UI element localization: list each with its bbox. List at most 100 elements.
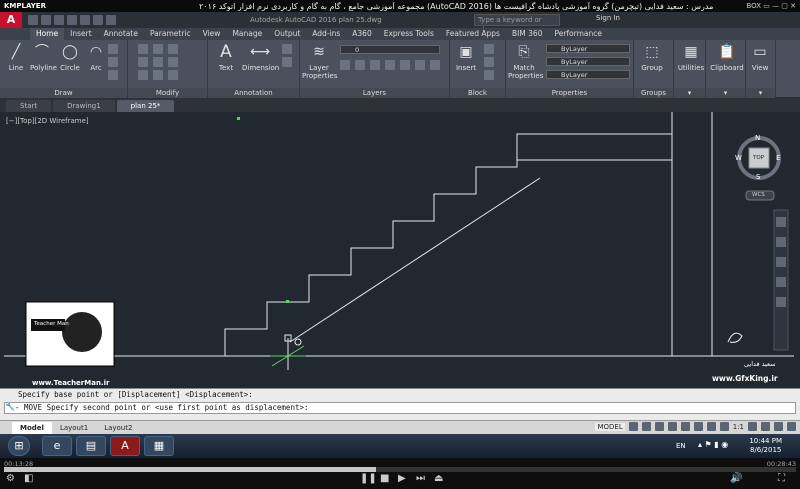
- table-icon[interactable]: [282, 57, 292, 67]
- save-icon[interactable]: [54, 15, 64, 25]
- clipboard-expand[interactable]: ▾: [706, 88, 745, 98]
- layer-previous-icon[interactable]: [415, 60, 425, 70]
- search-input[interactable]: Type a keyword or phrase: [474, 14, 560, 34]
- tab-a360[interactable]: A360: [346, 28, 377, 40]
- settings-icon[interactable]: ⚙: [6, 473, 15, 484]
- utilities-tool[interactable]: ▦ Utilities: [676, 43, 706, 72]
- tab-output[interactable]: Output: [268, 28, 306, 40]
- autocad-taskbar-icon[interactable]: A: [110, 436, 140, 456]
- compass-s[interactable]: S: [756, 173, 760, 181]
- array-icon[interactable]: [168, 70, 178, 80]
- polar-icon[interactable]: [667, 422, 677, 431]
- arc-tool[interactable]: ◠ Arc: [84, 43, 108, 72]
- insert-tool[interactable]: ▣ Insert: [454, 43, 478, 72]
- view-expand[interactable]: ▾: [746, 88, 775, 98]
- zoom-icon[interactable]: [776, 257, 786, 267]
- clipboard-tool[interactable]: 📋 Clipboard: [710, 43, 744, 72]
- document-tab[interactable]: Drawing1: [53, 100, 115, 112]
- scale-icon[interactable]: [153, 70, 163, 80]
- compass-w[interactable]: W: [735, 154, 742, 162]
- language-indicator[interactable]: EN: [676, 442, 686, 450]
- grip-point-top[interactable]: [237, 117, 240, 120]
- tab-parametric[interactable]: Parametric: [144, 28, 197, 40]
- lineweight-icon[interactable]: [706, 422, 716, 431]
- eject-icon[interactable]: ⏏: [434, 473, 443, 484]
- utilities-expand[interactable]: ▾: [674, 88, 705, 98]
- plot-icon[interactable]: [80, 15, 90, 25]
- color-dropdown[interactable]: ByLayer: [546, 44, 630, 53]
- showmotion-icon[interactable]: [776, 297, 786, 307]
- tray-icons[interactable]: ▴ ⚑ ▮ ◉: [698, 440, 728, 449]
- pan-icon[interactable]: [776, 237, 786, 247]
- stop-icon[interactable]: ■: [380, 473, 389, 484]
- document-tab[interactable]: plan 25*: [116, 100, 175, 112]
- annotation-panel-title[interactable]: Annotation: [208, 88, 299, 98]
- match-properties-tool[interactable]: ⎘ Match Properties: [508, 43, 543, 80]
- modify-panel-title[interactable]: Modify: [128, 88, 207, 98]
- isolate-icon[interactable]: [761, 422, 770, 431]
- group-tool[interactable]: ⬚ Group: [640, 43, 664, 72]
- compass-e[interactable]: E: [776, 154, 780, 162]
- copy-icon[interactable]: [138, 57, 148, 67]
- screen-recorder-icon[interactable]: ▦: [144, 436, 174, 456]
- polyline-tool[interactable]: ⌒ Polyline: [30, 43, 57, 72]
- start-button[interactable]: ⊞: [8, 436, 30, 456]
- compass-n[interactable]: N: [755, 134, 760, 142]
- text-tool[interactable]: A Text: [214, 43, 238, 72]
- tab-insert[interactable]: Insert: [64, 28, 98, 40]
- volume-icon[interactable]: 🔊: [730, 473, 742, 484]
- grid-icon[interactable]: [628, 422, 638, 431]
- seek-bar[interactable]: [4, 467, 796, 472]
- move-icon[interactable]: [138, 44, 148, 54]
- ie-icon[interactable]: e: [42, 436, 72, 456]
- layer-lock-icon[interactable]: [385, 60, 395, 70]
- annotation-scale[interactable]: 1:1: [733, 423, 744, 431]
- orbit-icon[interactable]: [776, 277, 786, 287]
- workspace-gear-icon[interactable]: [748, 422, 757, 431]
- layers-panel-title[interactable]: Layers: [300, 88, 449, 98]
- hatch-icon[interactable]: [108, 57, 118, 67]
- layer-dropdown[interactable]: 0: [340, 45, 440, 54]
- command-input[interactable]: - MOVE Specify second point or <use firs…: [4, 402, 796, 414]
- layout-tab[interactable]: Model: [12, 421, 52, 434]
- rectangle-icon[interactable]: [108, 44, 118, 54]
- stair-profile[interactable]: [224, 133, 672, 356]
- gradient-icon[interactable]: [108, 70, 118, 80]
- layer-freeze-icon[interactable]: [370, 60, 380, 70]
- layer-match-icon[interactable]: [400, 60, 410, 70]
- layout-tab[interactable]: Layout1: [52, 422, 96, 434]
- lineweight-dropdown[interactable]: ByLayer: [546, 70, 630, 79]
- trim-icon[interactable]: [168, 44, 178, 54]
- linetype-dropdown[interactable]: ByLayer: [546, 57, 630, 66]
- stair-stringer[interactable]: [289, 177, 541, 343]
- ortho-icon[interactable]: [654, 422, 664, 431]
- grip-point[interactable]: [286, 300, 289, 303]
- draw-panel-title[interactable]: Draw: [0, 88, 127, 98]
- nav-wheel-icon[interactable]: [776, 217, 786, 227]
- tab-manage[interactable]: Manage: [226, 28, 268, 40]
- block-panel-title[interactable]: Block: [450, 88, 505, 98]
- open-icon[interactable]: [41, 15, 51, 25]
- create-block-icon[interactable]: [484, 44, 494, 54]
- tab-add-ins[interactable]: Add-ins: [306, 28, 346, 40]
- fullscreen-icon[interactable]: [774, 422, 783, 431]
- tab-view[interactable]: View: [197, 28, 227, 40]
- system-clock[interactable]: 10:44 PM 8/6/2015: [749, 437, 782, 455]
- drawing-canvas[interactable]: [−][Top][2D Wireframe] N S W E TOP WCS T…: [0, 112, 800, 388]
- layer-properties-tool[interactable]: ≋ Layer Properties: [302, 43, 337, 80]
- sign-in-link[interactable]: Sign In: [596, 14, 620, 22]
- annotation-visibility-icon[interactable]: [719, 422, 729, 431]
- next-icon[interactable]: ⏭: [416, 473, 425, 484]
- tab-home[interactable]: Home: [30, 28, 65, 40]
- saveas-icon[interactable]: [67, 15, 77, 25]
- fillet-icon[interactable]: [168, 57, 178, 67]
- rotate-icon[interactable]: [153, 44, 163, 54]
- tab-bim-360[interactable]: BIM 360: [506, 28, 549, 40]
- leader-icon[interactable]: [282, 44, 292, 54]
- document-tab[interactable]: Start: [6, 100, 52, 112]
- redo-icon[interactable]: [106, 15, 116, 25]
- properties-panel-title[interactable]: Properties: [506, 88, 633, 98]
- stretch-icon[interactable]: [138, 70, 148, 80]
- layer-off-icon[interactable]: [340, 60, 350, 70]
- otrack-icon[interactable]: [693, 422, 703, 431]
